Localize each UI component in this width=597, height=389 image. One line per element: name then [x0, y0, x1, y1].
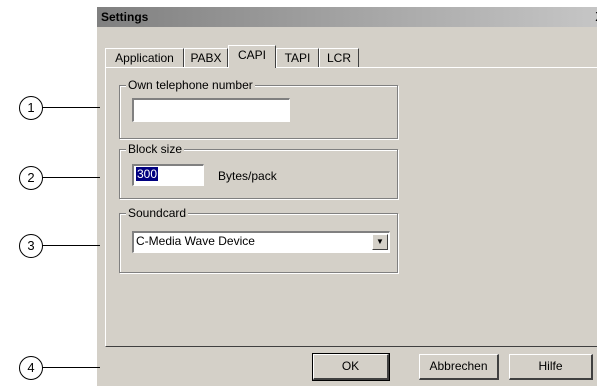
block-size-input[interactable]: 300	[132, 164, 204, 186]
soundcard-select[interactable]: C-Media Wave Device ▼	[132, 231, 390, 253]
settings-dialog: Settings X Application PABX CAPI TAPI LC…	[96, 6, 597, 386]
tab-lcr[interactable]: LCR	[319, 48, 359, 67]
own-telephone-number-input[interactable]	[132, 98, 290, 122]
callout-number: 4	[19, 356, 43, 380]
callout-number: 2	[19, 166, 43, 190]
block-size-value: 300	[136, 167, 159, 181]
ok-button[interactable]: OK	[312, 353, 390, 381]
tab-application[interactable]: Application	[105, 48, 184, 67]
tab-tapi[interactable]: TAPI	[276, 48, 319, 67]
callout-3: 3	[0, 234, 110, 264]
block-size-label: Block size	[126, 141, 185, 157]
callout-line	[42, 245, 100, 246]
group-block-size: Block size 300 Bytes/pack	[119, 141, 398, 199]
group-soundcard: Soundcard C-Media Wave Device ▼	[119, 205, 398, 273]
soundcard-label: Soundcard	[126, 205, 189, 221]
callout-line	[42, 177, 100, 178]
own-telephone-number-label: Own telephone number	[126, 77, 255, 93]
callout-number: 1	[19, 96, 43, 120]
callout-4: 4	[0, 356, 110, 386]
tab-pabx[interactable]: PABX	[184, 48, 228, 67]
block-size-unit: Bytes/pack	[218, 169, 277, 183]
callout-line	[42, 107, 100, 108]
tab-capi[interactable]: CAPI	[228, 45, 276, 68]
callout-line	[42, 367, 100, 368]
help-button[interactable]: Hilfe	[509, 354, 593, 380]
chevron-down-icon[interactable]: ▼	[372, 234, 388, 250]
callout-1: 1	[0, 96, 110, 126]
title-bar[interactable]: Settings X	[97, 7, 597, 27]
group-own-telephone-number: Own telephone number	[119, 77, 398, 139]
callout-2: 2	[0, 166, 110, 196]
soundcard-selected-value: C-Media Wave Device	[136, 234, 255, 248]
cancel-button[interactable]: Abbrechen	[419, 354, 499, 380]
callout-number: 3	[19, 234, 43, 258]
screenshot-canvas: Settings X Application PABX CAPI TAPI LC…	[0, 0, 597, 389]
dialog-title: Settings	[101, 10, 149, 24]
